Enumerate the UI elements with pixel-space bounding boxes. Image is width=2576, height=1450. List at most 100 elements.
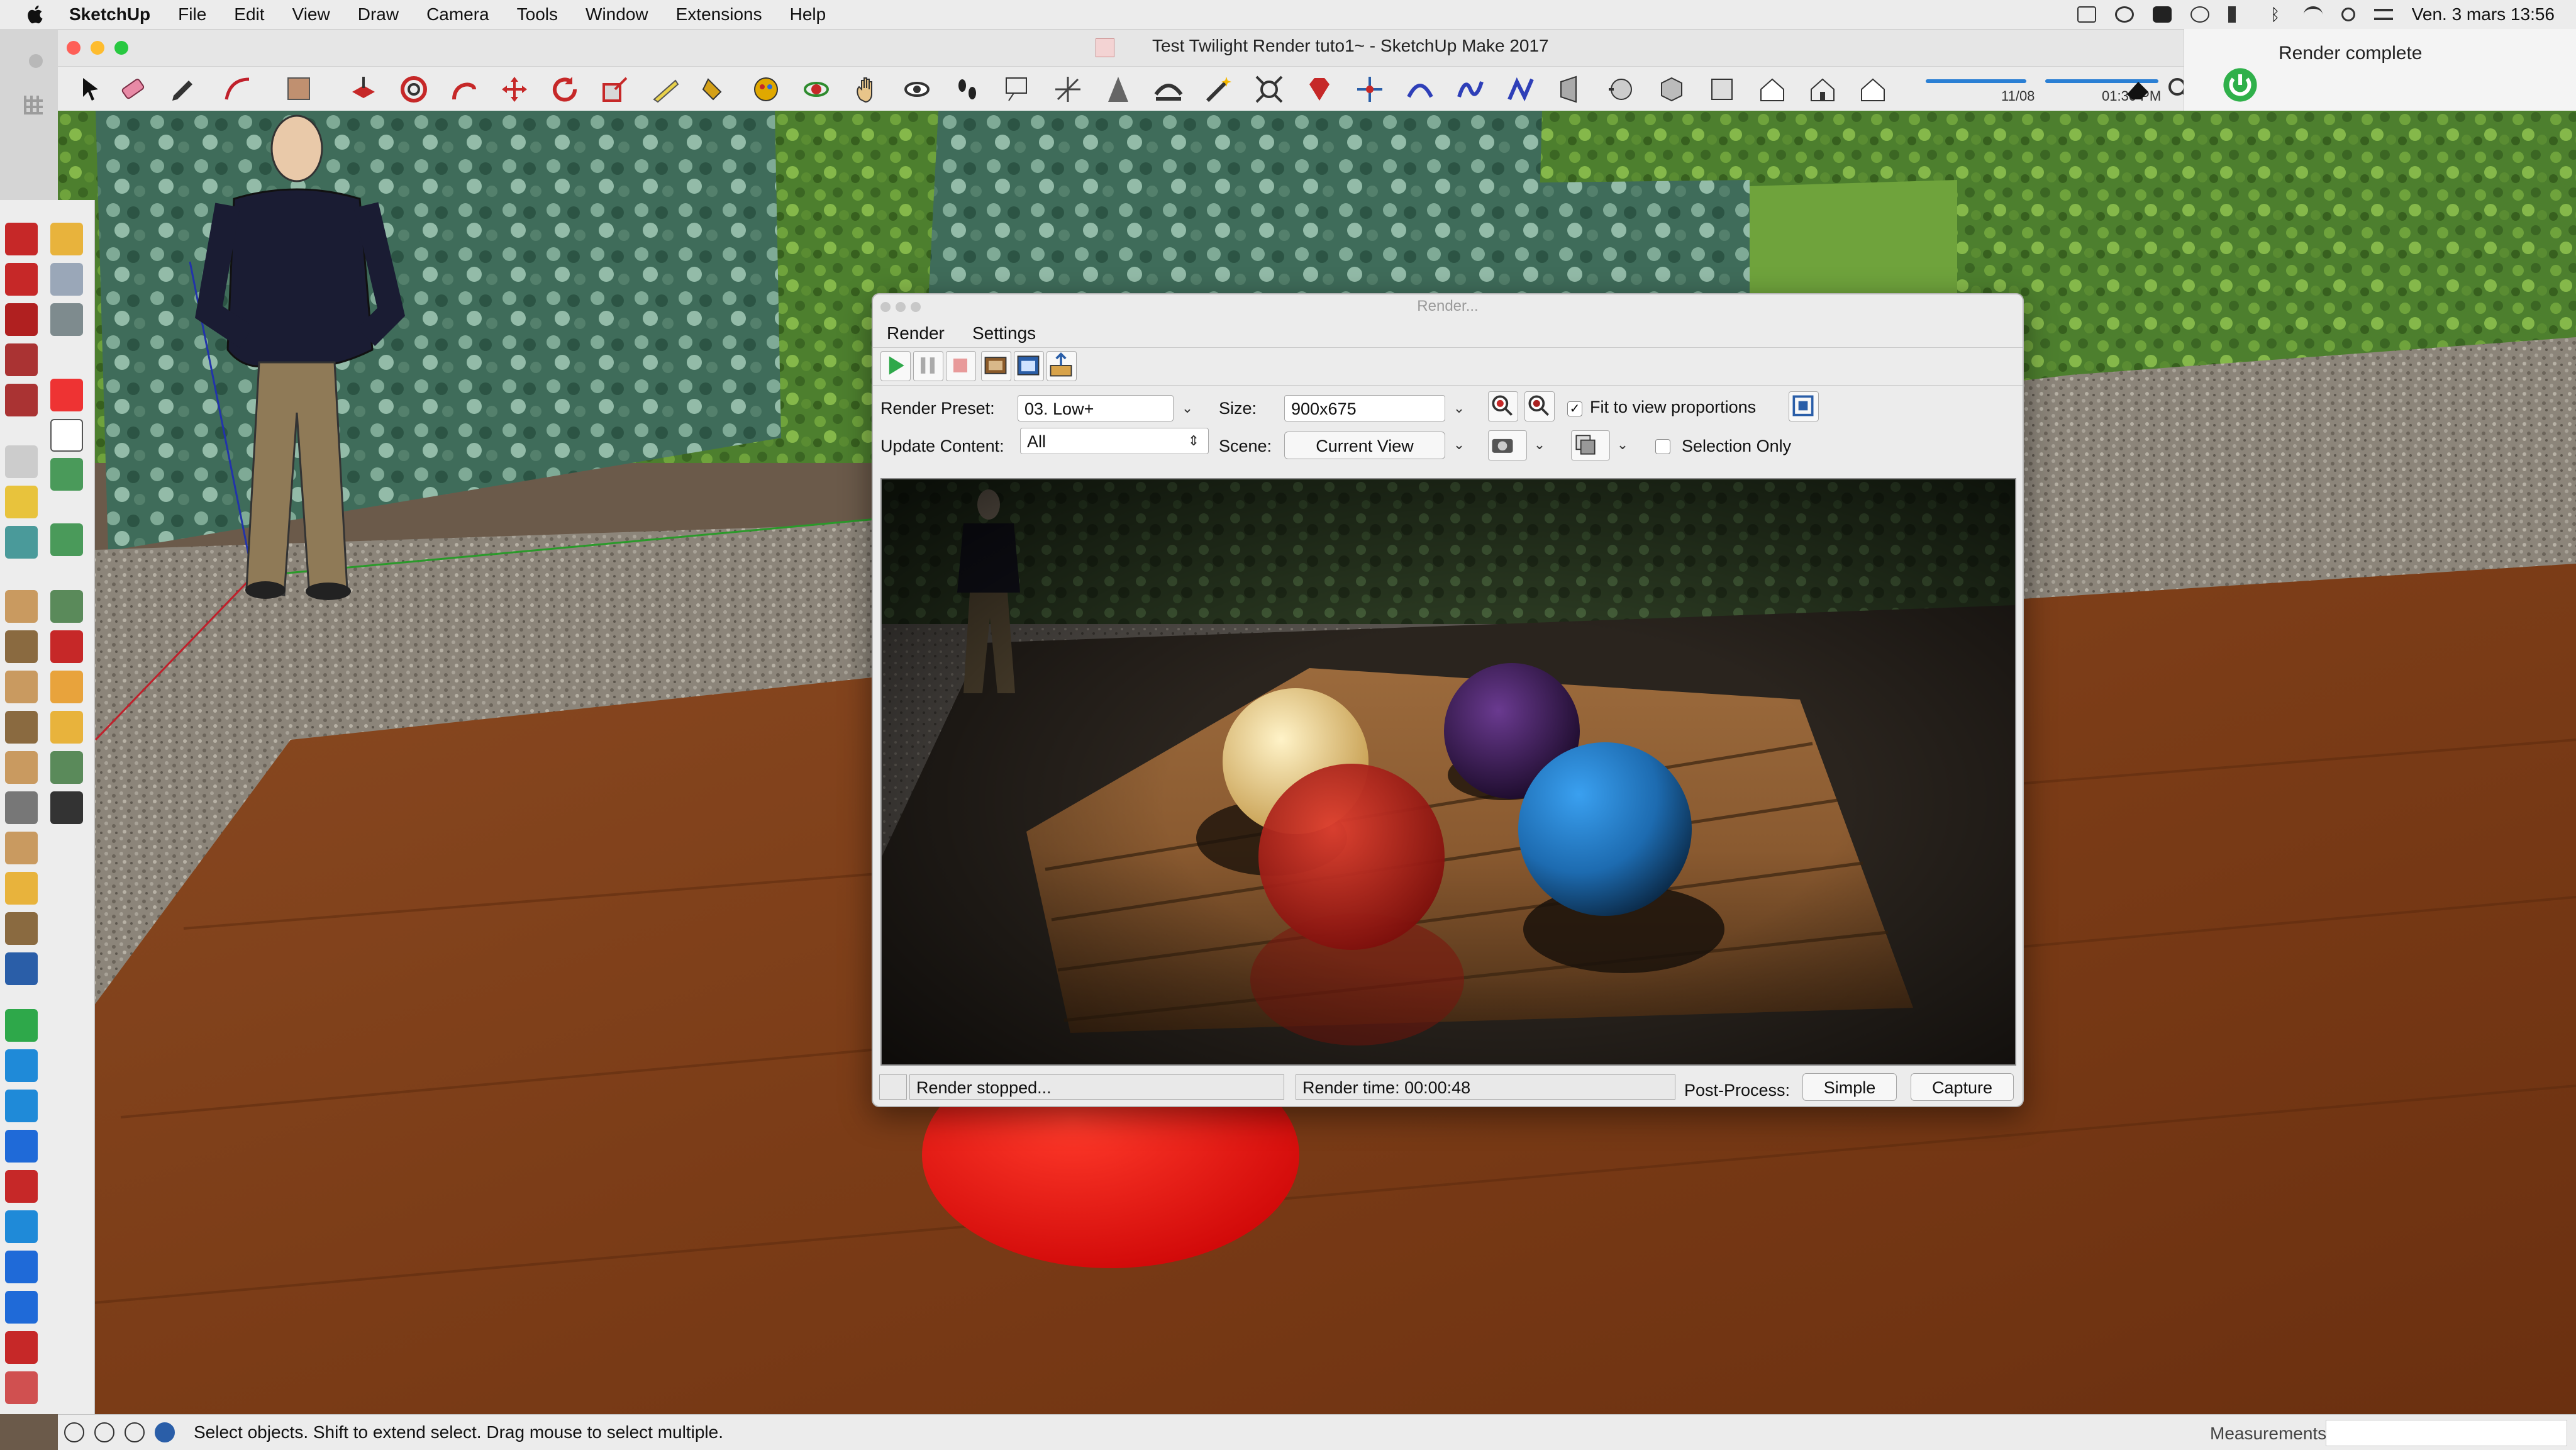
magic-wand-icon[interactable] (1204, 74, 1234, 104)
palette-scene-1-icon[interactable] (50, 458, 83, 491)
palette-sandbox-7-icon[interactable] (5, 832, 38, 864)
section-plane-icon[interactable] (1103, 74, 1133, 104)
palette-red-1-icon[interactable] (5, 1331, 38, 1364)
palette-magnet-icon[interactable] (5, 486, 38, 518)
palette-blue-6-icon[interactable] (5, 1291, 38, 1324)
palette-sandbox-1-icon[interactable] (5, 590, 38, 623)
look-around-icon[interactable] (902, 74, 932, 104)
layers-dropdown-icon[interactable]: ⌄ (1610, 432, 1635, 458)
stop-render-button[interactable] (946, 351, 976, 381)
palette-push-pull-2-icon[interactable] (5, 263, 38, 296)
palette-push-pull-1-icon[interactable] (5, 223, 38, 255)
palette-arrows-icon[interactable] (5, 1170, 38, 1203)
follow-me-icon[interactable] (449, 74, 479, 104)
palette-sandbox-5-icon[interactable] (5, 751, 38, 784)
render-preset-dropdown-icon[interactable]: ⌄ (1175, 395, 1200, 421)
rectangle-icon[interactable] (284, 74, 314, 104)
palette-blue-2-icon[interactable] (5, 1090, 38, 1122)
dialog-zoom-icon[interactable] (911, 302, 921, 312)
palette-tool-8-icon[interactable] (5, 872, 38, 905)
top-view-icon[interactable] (1707, 74, 1737, 104)
volume-icon[interactable] (2228, 6, 2247, 23)
palette-red-2-icon[interactable] (5, 1371, 38, 1404)
display-icon[interactable] (2077, 6, 2096, 23)
palette-scene-2-icon[interactable] (50, 523, 83, 556)
menu-draw[interactable]: Draw (358, 4, 399, 25)
menu-window[interactable]: Window (586, 4, 648, 25)
bluetooth-icon[interactable]: ᛒ (2266, 6, 2285, 23)
dialog-close-icon[interactable] (880, 302, 891, 312)
update-content-stepper-icon[interactable]: ⇕ (1181, 428, 1206, 454)
palette-pencil-icon[interactable] (50, 711, 83, 744)
selection-only-checkbox[interactable] (1655, 439, 1670, 454)
arc-icon[interactable] (223, 74, 253, 104)
palette-tool-9-icon[interactable] (5, 912, 38, 945)
orbit-icon[interactable] (801, 74, 831, 104)
credits-icon[interactable] (94, 1422, 114, 1442)
walk-footprints-icon[interactable] (952, 74, 982, 104)
solar-north-icon[interactable] (1355, 74, 1385, 104)
tab-render[interactable]: Render (879, 321, 952, 346)
layers-button[interactable] (1571, 430, 1610, 460)
grid-icon[interactable] (24, 96, 43, 114)
materials-icon[interactable] (751, 74, 781, 104)
menu-help[interactable]: Help (790, 4, 826, 25)
palette-box-1-icon[interactable] (50, 223, 83, 255)
curve-tool-3-icon[interactable] (1506, 74, 1536, 104)
rotate-icon[interactable] (550, 74, 580, 104)
eraser-icon[interactable] (118, 74, 148, 104)
wifi-icon[interactable] (2303, 6, 2323, 23)
scale-icon[interactable] (600, 74, 630, 104)
view-plane-icon[interactable] (1556, 74, 1586, 104)
palette-sandbox-4-icon[interactable] (5, 711, 38, 744)
palette-blue-4-icon[interactable] (5, 1210, 38, 1243)
palette-brush-1-icon[interactable] (5, 343, 38, 376)
start-render-button[interactable] (880, 351, 911, 381)
offset-icon[interactable] (399, 74, 429, 104)
menu-file[interactable]: File (178, 4, 206, 25)
palette-paint-icon[interactable] (5, 526, 38, 559)
control-center-icon[interactable] (2373, 9, 2393, 20)
palette-select-green-icon[interactable] (5, 1009, 38, 1042)
play-icon[interactable] (2190, 6, 2209, 23)
palette-lamp-icon[interactable] (50, 671, 83, 703)
back-view-icon[interactable] (1858, 74, 1888, 104)
focus-icon[interactable] (2114, 6, 2134, 23)
zoom-out-button[interactable] (1524, 391, 1555, 421)
camera-lens-icon[interactable] (1606, 74, 1636, 104)
camera-button[interactable] (1488, 430, 1527, 460)
help-icon[interactable] (155, 1422, 175, 1442)
scene-dropdown-icon[interactable]: ⌄ (1446, 432, 1472, 458)
zoom-extents-icon[interactable] (1254, 74, 1284, 104)
palette-sun-icon[interactable] (50, 379, 83, 411)
palette-box-2-icon[interactable] (50, 263, 83, 296)
menu-tools[interactable]: Tools (517, 4, 558, 25)
pan-hand-icon[interactable] (852, 74, 882, 104)
iso-view-icon[interactable] (1657, 74, 1687, 104)
palette-blue-1-icon[interactable] (5, 1049, 38, 1082)
push-pull-icon[interactable] (348, 74, 379, 104)
move-icon[interactable] (499, 74, 530, 104)
malwarebytes-icon[interactable] (2152, 6, 2172, 23)
camera-dropdown-icon[interactable]: ⌄ (1527, 432, 1552, 458)
eraser-tool-icon[interactable] (2123, 74, 2153, 104)
pencil-line-icon[interactable] (169, 74, 199, 104)
palette-blue-5-icon[interactable] (5, 1251, 38, 1283)
palette-list-icon[interactable] (50, 419, 83, 452)
text-label-icon[interactable] (1002, 74, 1033, 104)
sandbox-drape-icon[interactable] (1153, 74, 1184, 104)
palette-sandbox-3-icon[interactable] (5, 671, 38, 703)
right-view-icon[interactable] (1807, 74, 1838, 104)
minimize-window-icon[interactable] (91, 41, 104, 55)
menu-extensions[interactable]: Extensions (676, 4, 762, 25)
pause-render-button[interactable] (913, 351, 943, 381)
tape-measure-icon[interactable] (650, 74, 680, 104)
scene-select[interactable]: Current View (1284, 432, 1445, 459)
ruby-gem-icon[interactable] (1304, 74, 1335, 104)
palette-blue-3-icon[interactable] (5, 1130, 38, 1163)
select-arrow-icon[interactable] (75, 74, 106, 104)
palette-binoculars-icon[interactable] (50, 791, 83, 824)
palette-sandbox-2-icon[interactable] (5, 630, 38, 663)
open-image-button[interactable] (1014, 351, 1044, 381)
palette-push-pull-n-icon[interactable] (5, 303, 38, 336)
